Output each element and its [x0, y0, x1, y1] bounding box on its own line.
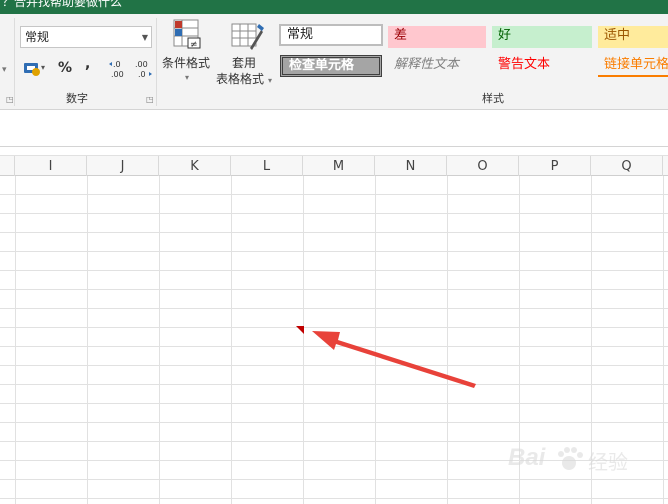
grid-line: [0, 270, 668, 271]
conditional-formatting-button[interactable]: ≠ 条件格式 ▾: [160, 18, 214, 88]
conditional-format-icon: ≠: [173, 19, 201, 50]
chevron-down-icon: ▼: [141, 33, 148, 42]
column-header-k[interactable]: K: [159, 156, 231, 176]
increase-decimal-icon: .0 .00: [109, 60, 124, 79]
accounting-icon: ▾: [24, 63, 45, 76]
format-as-table-button[interactable]: 套用 表格格式 ▾: [214, 18, 276, 88]
column-header-n[interactable]: N: [375, 156, 447, 176]
chevron-down-icon: ▾: [268, 76, 273, 85]
accounting-format-button[interactable]: ▾: [22, 58, 46, 78]
style-check-cell[interactable]: 检查单元格: [280, 55, 382, 77]
ribbon: ▾ ◳ 常规 ▼ ▾ % , .0 .00 .00 .0 数字 ◳ ≠ 条件格式…: [0, 14, 668, 110]
watermark-logo: Bai 经验: [508, 436, 658, 492]
grid-line: [15, 176, 16, 504]
dialog-launcher-icon[interactable]: ◳: [146, 96, 154, 104]
column-header-h-partial[interactable]: [0, 156, 15, 176]
conditional-format-label: 条件格式: [162, 56, 211, 70]
dialog-launcher-icon[interactable]: ◳: [6, 96, 14, 104]
column-header-m[interactable]: M: [303, 156, 375, 176]
grid-line: [0, 194, 668, 195]
paw-icon: [558, 447, 583, 470]
column-header-o[interactable]: O: [447, 156, 519, 176]
grid-line: [87, 176, 88, 504]
svg-text:≠: ≠: [190, 40, 198, 50]
grid-line: [231, 176, 232, 504]
grid-line: [0, 251, 668, 252]
column-header-p[interactable]: P: [519, 156, 591, 176]
number-format-dropdown[interactable]: 常规 ▼: [20, 26, 152, 48]
grid-line: [0, 213, 668, 214]
chevron-down-icon: ▾: [185, 73, 190, 82]
column-header-l[interactable]: L: [231, 156, 303, 176]
percent-style-button[interactable]: %: [58, 60, 72, 76]
table-format-label-1: 套用: [232, 56, 257, 70]
title-bar: ？合并找帮助要做什么: [0, 0, 668, 14]
style-normal[interactable]: 常规: [279, 24, 383, 46]
svg-text:▾: ▾: [41, 63, 45, 72]
grid-line: [0, 403, 668, 404]
svg-text:.00: .00: [135, 60, 148, 69]
grid-line: [0, 422, 668, 423]
style-warning[interactable]: 警告文本: [492, 55, 592, 77]
styles-group-label: 样式: [482, 92, 504, 105]
svg-text:.0: .0: [113, 60, 121, 69]
decrease-decimal-button[interactable]: .00 .0: [132, 58, 154, 80]
format-table-icon: [231, 23, 264, 50]
watermark-brand: Bai: [508, 444, 546, 471]
column-header-j[interactable]: J: [87, 156, 159, 176]
red-arrow-annotation-icon: [312, 331, 476, 388]
chevron-down-icon[interactable]: ▾: [2, 66, 7, 75]
style-neutral[interactable]: 适中: [598, 26, 668, 48]
column-header-i[interactable]: I: [15, 156, 87, 176]
decrease-decimal-icon: .00 .0: [135, 60, 152, 79]
grid-line: [0, 308, 668, 309]
svg-text:.0: .0: [138, 70, 146, 79]
svg-text:.00: .00: [111, 70, 124, 79]
formula-bar-area[interactable]: [0, 111, 668, 147]
style-linked-cell[interactable]: 链接单元格: [598, 55, 668, 77]
table-format-label-2: 表格格式: [216, 72, 265, 86]
grid-line: [0, 498, 668, 499]
style-good[interactable]: 好: [492, 26, 592, 48]
column-header-row: I J K L M N O P Q: [0, 155, 668, 176]
number-group-label: 数字: [66, 92, 88, 105]
tell-me-search[interactable]: ？合并找帮助要做什么: [2, 0, 122, 9]
group-divider: [14, 18, 15, 106]
watermark-suffix: 经验: [588, 450, 628, 474]
grid-line: [159, 176, 160, 504]
style-bad[interactable]: 差: [388, 26, 486, 48]
column-header-q[interactable]: Q: [591, 156, 663, 176]
grid-line: [663, 176, 664, 504]
grid-line: [0, 289, 668, 290]
number-format-value: 常规: [25, 30, 50, 44]
grid-line: [0, 232, 668, 233]
style-explanatory[interactable]: 解释性文本: [388, 55, 486, 77]
comma-style-button[interactable]: ,: [85, 56, 90, 72]
increase-decimal-button[interactable]: .0 .00: [108, 58, 130, 80]
group-divider: [156, 18, 157, 106]
